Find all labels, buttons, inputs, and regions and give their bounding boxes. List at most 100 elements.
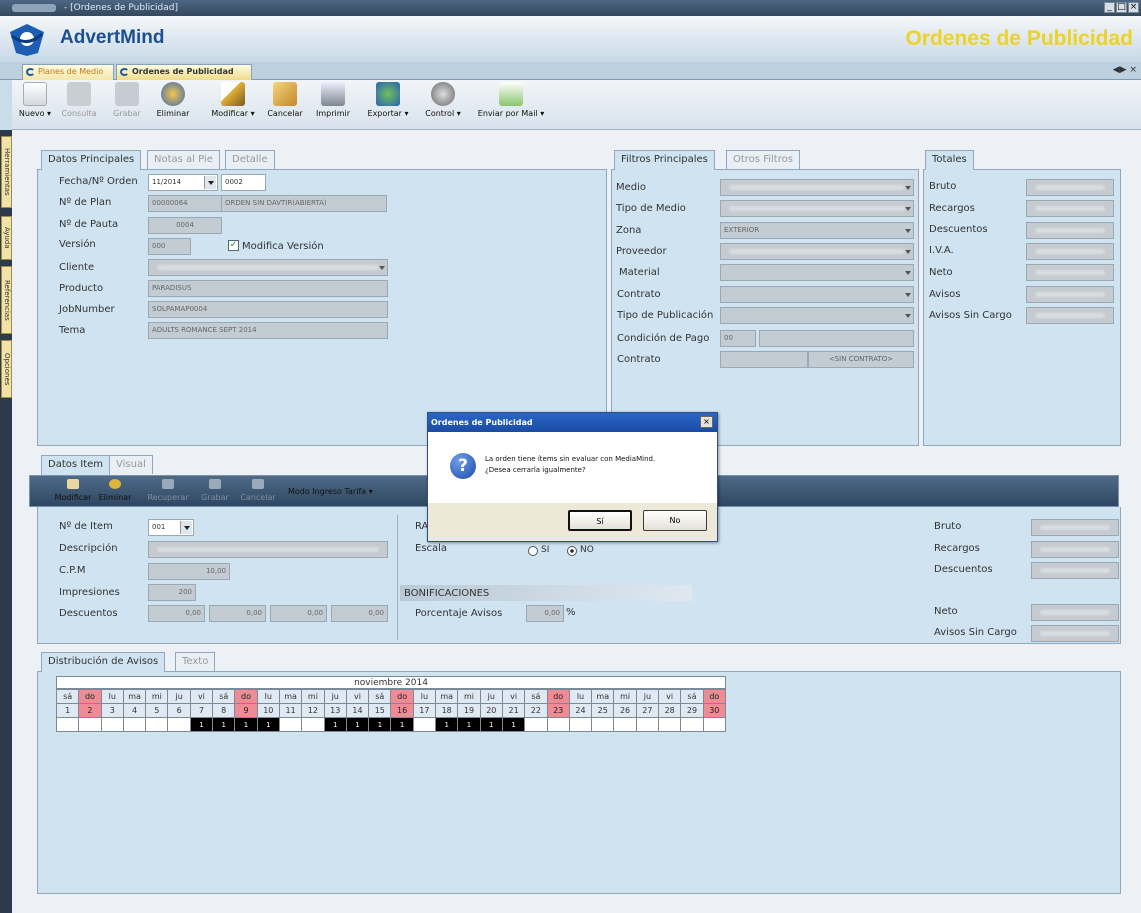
aviso-cell[interactable] [167, 717, 191, 732]
cancelar-button[interactable]: Cancelar [264, 82, 306, 118]
escala-si-radio[interactable] [528, 546, 538, 556]
imprimir-button[interactable]: Imprimir [314, 82, 352, 118]
tab-planes-de-medio[interactable]: Planes de Medio [22, 64, 114, 80]
tab-datos-item[interactable]: Datos Item [41, 455, 111, 475]
version-input[interactable]: 000 [148, 238, 191, 255]
descripcion-input[interactable] [148, 541, 388, 558]
plan-input[interactable]: 00000064 [148, 195, 222, 212]
cpm-input[interactable]: 10,00 [148, 563, 230, 580]
item-eliminar-button[interactable]: Eliminar [97, 479, 133, 502]
tab-ordenes-de-publicidad[interactable]: Ordenes de Publicidad [116, 64, 252, 80]
aviso-cell[interactable]: 1 [256, 717, 280, 732]
contrato-select[interactable] [720, 286, 914, 303]
side-tab-herramientas[interactable]: Herramientas [1, 136, 12, 208]
aviso-cell[interactable]: 1 [479, 717, 503, 732]
tab-detalle[interactable]: Detalle [225, 150, 275, 169]
medio-select[interactable] [720, 179, 914, 196]
grabar-button[interactable]: Grabar [110, 82, 144, 118]
aviso-cell[interactable]: 1 [368, 717, 392, 732]
pauta-input[interactable]: 0004 [148, 217, 222, 234]
aviso-cell[interactable] [658, 717, 682, 732]
item-modificar-button[interactable]: Modificar [51, 479, 95, 502]
jobnumber-input[interactable]: SOLPAMAP0004 [148, 301, 388, 318]
aviso-cell[interactable]: 1 [189, 717, 214, 732]
tab-datos-principales[interactable]: Datos Principales [41, 150, 142, 170]
aviso-cell[interactable] [301, 717, 325, 732]
aviso-cell[interactable] [100, 717, 124, 732]
eliminar-button[interactable]: Eliminar [155, 82, 191, 118]
aviso-cell[interactable] [412, 717, 437, 732]
tipo-medio-select[interactable] [720, 200, 914, 217]
modifica-version-checkbox[interactable]: ✓ [228, 240, 239, 251]
control-button[interactable]: Control ▾ [420, 82, 466, 118]
aviso-cell[interactable] [145, 717, 169, 732]
item-recuperar-button[interactable]: Recuperar [143, 479, 193, 502]
tab-otros-filtros[interactable]: Otros Filtros [726, 150, 800, 169]
contrato2-input[interactable] [720, 351, 808, 368]
aviso-cell[interactable] [568, 717, 593, 732]
dialog-no-button[interactable]: No [643, 510, 707, 531]
tab-filtros-principales[interactable]: Filtros Principales [614, 150, 715, 170]
modificar-button[interactable]: Modificar ▾ [206, 82, 260, 118]
consulta-button[interactable]: Consulta [58, 82, 100, 118]
zona-select[interactable]: EXTERIOR [720, 222, 914, 239]
aviso-cell[interactable] [635, 717, 660, 732]
aviso-cell[interactable] [122, 717, 147, 732]
close-window-button[interactable]: × [1128, 2, 1139, 13]
side-tab-ayuda[interactable]: Ayuda [1, 216, 12, 260]
descuento-1-input[interactable]: 0,00 [148, 605, 205, 622]
producto-input[interactable]: PARADISUS [148, 280, 388, 297]
tab-texto[interactable]: Texto [175, 652, 216, 671]
aviso-cell[interactable]: 1 [345, 717, 370, 732]
minimize-button[interactable]: _ [1104, 2, 1115, 13]
condicion-pago-input[interactable]: 00 [720, 330, 756, 347]
exportar-button[interactable]: Exportar ▾ [362, 82, 414, 118]
impresiones-input[interactable]: 200 [148, 584, 196, 601]
tema-input[interactable]: ADULTS ROMANCE SEPT 2014 [148, 322, 388, 339]
aviso-cell[interactable]: 1 [234, 717, 258, 732]
side-tab-referencias[interactable]: Referencias [1, 266, 12, 334]
aviso-cell[interactable] [613, 717, 637, 732]
aviso-cell[interactable] [55, 717, 80, 732]
descuento-4-input[interactable]: 0,00 [331, 605, 388, 622]
aviso-cell[interactable] [278, 717, 303, 732]
aviso-cell[interactable] [78, 717, 102, 732]
aviso-cell[interactable]: 1 [435, 717, 459, 732]
tab-totales[interactable]: Totales [925, 150, 974, 170]
aviso-cell[interactable] [591, 717, 615, 732]
dialog-yes-button[interactable]: Sí [568, 510, 632, 531]
item-grabar-button[interactable]: Grabar [197, 479, 233, 502]
aviso-cell[interactable]: 1 [212, 717, 236, 732]
aviso-cell[interactable]: 1 [390, 717, 414, 732]
aviso-cell[interactable]: 1 [501, 717, 526, 732]
tab-visual[interactable]: Visual [109, 455, 153, 474]
tab-notas-al-pie[interactable]: Notas al Pie [147, 150, 220, 169]
aviso-cell[interactable] [680, 717, 704, 732]
tipo-publicacion-select[interactable] [720, 307, 914, 324]
aviso-cell[interactable]: 1 [457, 717, 481, 732]
fecha-select[interactable]: 11/2014 [148, 174, 218, 191]
maximize-button[interactable]: □ [1116, 2, 1127, 13]
nitem-select[interactable]: 001 [148, 519, 194, 536]
aviso-cell[interactable] [524, 717, 548, 732]
descuento-3-input[interactable]: 0,00 [270, 605, 327, 622]
descuento-2-input[interactable]: 0,00 [209, 605, 266, 622]
nuevo-button[interactable]: Nuevo ▾ [16, 82, 54, 118]
porcentaje-avisos-input[interactable]: 0,00 [526, 605, 564, 622]
aviso-cell[interactable] [546, 717, 570, 732]
proveedor-select[interactable] [720, 243, 914, 260]
orden-input[interactable]: 0002 [221, 174, 266, 191]
item-cancelar-button[interactable]: Cancelar [237, 479, 279, 502]
material-select[interactable] [720, 264, 914, 281]
modo-ingreso-tarifa-button[interactable]: Modo Ingreso Tarifa ▾ [288, 487, 388, 496]
enviar-por-mail-button[interactable]: Enviar por Mail ▾ [470, 82, 552, 118]
dialog-close-icon[interactable]: × [700, 416, 713, 428]
tab-distribucion-avisos[interactable]: Distribución de Avisos [41, 652, 166, 672]
aviso-cell[interactable]: 1 [323, 717, 347, 732]
cliente-select[interactable] [148, 259, 388, 276]
aviso-cell[interactable] [702, 717, 727, 732]
side-tab-opciones[interactable]: Opciones [1, 340, 12, 398]
tab-nav-icons[interactable]: ◀▶ × [1113, 65, 1137, 75]
escala-no-radio[interactable] [567, 546, 577, 556]
weekday-cell: ju [479, 689, 503, 704]
